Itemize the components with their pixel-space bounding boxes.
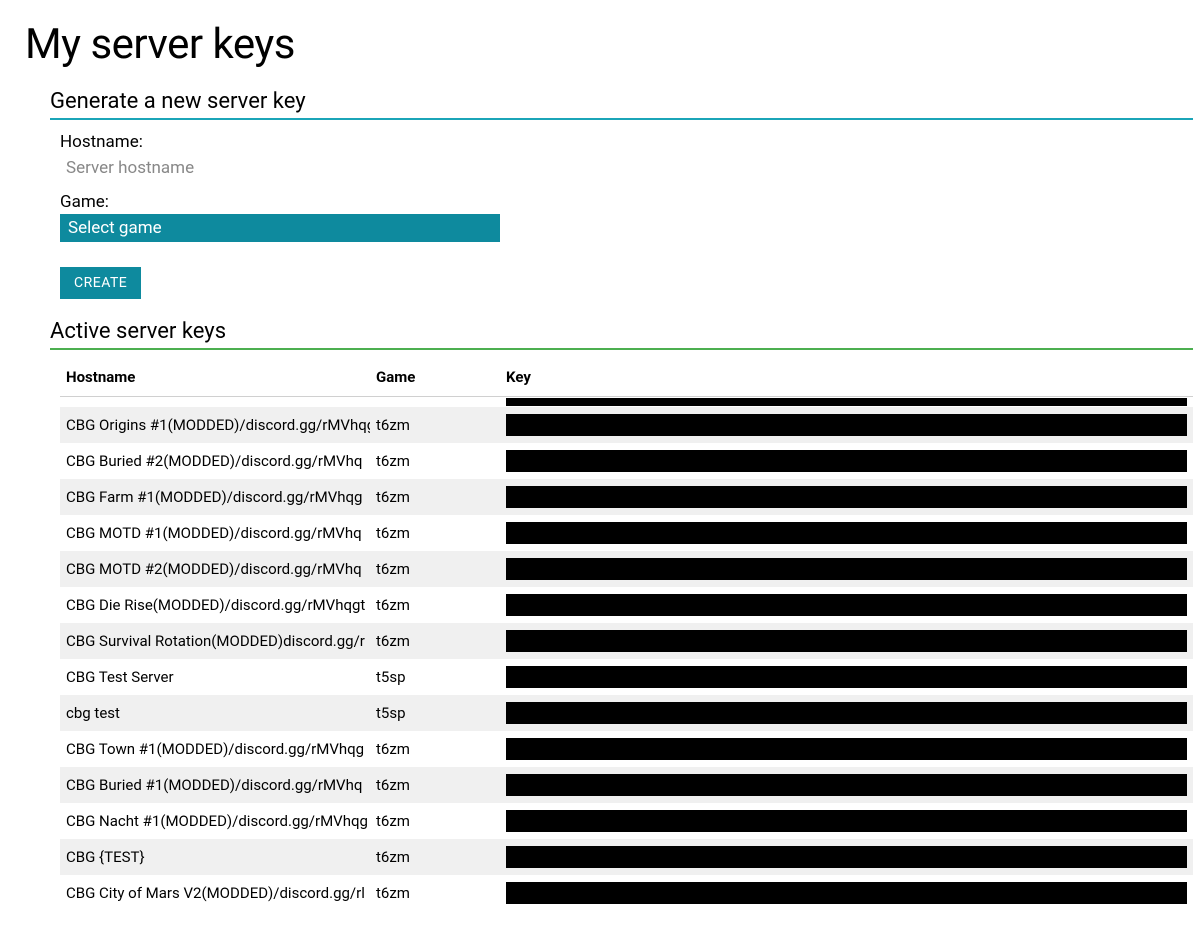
redacted-key	[506, 486, 1187, 508]
table-row: CBG Survival Rotation(MODDED)discord.gg/…	[60, 623, 1193, 659]
game-select[interactable]: Select game	[60, 214, 500, 242]
cell-hostname: CBG {TEST}	[60, 839, 370, 875]
create-button[interactable]: CREATE	[60, 267, 141, 299]
hostname-label: Hostname:	[60, 132, 1193, 152]
cell-game: t5sp	[370, 695, 500, 731]
cell-hostname: CBG Buried #2(MODDED)/discord.gg/rMVhq	[60, 443, 370, 479]
page-title: My server keys	[25, 20, 1203, 69]
redacted-key	[506, 398, 1187, 406]
cell-hostname: CBG Nacht #1(MODDED)/discord.gg/rMVhqg	[60, 803, 370, 839]
redacted-key	[506, 810, 1187, 832]
active-section-header: Active server keys	[50, 319, 1193, 350]
redacted-key	[506, 522, 1187, 544]
cell-game: t6zm	[370, 515, 500, 551]
cell-hostname: CBG Farm #1(MODDED)/discord.gg/rMVhqg	[60, 479, 370, 515]
redacted-key	[506, 414, 1187, 436]
table-row: CBG MOTD #1(MODDED)/discord.gg/rMVhqt6zm	[60, 515, 1193, 551]
cell-key	[500, 407, 1193, 443]
table-row	[60, 397, 1193, 407]
cell-hostname: CBG Origins #1(MODDED)/discord.gg/rMVhqg…	[60, 407, 370, 443]
cell-hostname: CBG Buried #1(MODDED)/discord.gg/rMVhq	[60, 767, 370, 803]
table-row: CBG MOTD #2(MODDED)/discord.gg/rMVhqt6zm	[60, 551, 1193, 587]
cell-hostname: CBG MOTD #1(MODDED)/discord.gg/rMVhq	[60, 515, 370, 551]
table-row: CBG {TEST}t6zm	[60, 839, 1193, 875]
column-header-key: Key	[500, 362, 1193, 397]
cell-key	[500, 587, 1193, 623]
redacted-key	[506, 846, 1187, 868]
cell-key	[500, 551, 1193, 587]
game-label: Game:	[60, 192, 1193, 212]
table-row: CBG Buried #1(MODDED)/discord.gg/rMVhqt6…	[60, 767, 1193, 803]
cell-key	[500, 443, 1193, 479]
table-row: CBG Buried #2(MODDED)/discord.gg/rMVhqt6…	[60, 443, 1193, 479]
redacted-key	[506, 774, 1187, 796]
cell-key	[500, 839, 1193, 875]
server-keys-table: Hostname Game Key CBG Origins #1(MODDED)…	[60, 362, 1193, 911]
table-row: CBG City of Mars V2(MODDED)/discord.gg/r…	[60, 875, 1193, 911]
cell-game: t6zm	[370, 443, 500, 479]
cell-key	[500, 767, 1193, 803]
cell-key	[500, 695, 1193, 731]
cell-game: t6zm	[370, 731, 500, 767]
cell-game: t6zm	[370, 407, 500, 443]
redacted-key	[506, 702, 1187, 724]
cell-key	[500, 875, 1193, 911]
cell-hostname: CBG Die Rise(MODDED)/discord.gg/rMVhqgt	[60, 587, 370, 623]
cell-hostname: CBG Test Server	[60, 659, 370, 695]
redacted-key	[506, 666, 1187, 688]
cell-game: t6zm	[370, 587, 500, 623]
hostname-input[interactable]	[60, 154, 360, 182]
cell-game: t6zm	[370, 875, 500, 911]
table-row: CBG Origins #1(MODDED)/discord.gg/rMVhqg…	[60, 407, 1193, 443]
cell-key	[500, 659, 1193, 695]
cell-game: t6zm	[370, 803, 500, 839]
cell-game: t6zm	[370, 623, 500, 659]
redacted-key	[506, 450, 1187, 472]
generate-section-header: Generate a new server key	[50, 89, 1193, 120]
cell-key	[500, 803, 1193, 839]
cell-hostname: CBG Survival Rotation(MODDED)discord.gg/…	[60, 623, 370, 659]
cell-game: t6zm	[370, 551, 500, 587]
column-header-game: Game	[370, 362, 500, 397]
redacted-key	[506, 630, 1187, 652]
cell-hostname: CBG City of Mars V2(MODDED)/discord.gg/r…	[60, 875, 370, 911]
redacted-key	[506, 738, 1187, 760]
table-row: CBG Town #1(MODDED)/discord.gg/rMVhqgt6z…	[60, 731, 1193, 767]
table-row: cbg testt5sp	[60, 695, 1193, 731]
column-header-hostname: Hostname	[60, 362, 370, 397]
redacted-key	[506, 594, 1187, 616]
cell-key	[500, 515, 1193, 551]
cell-hostname: cbg test	[60, 695, 370, 731]
cell-key	[500, 623, 1193, 659]
table-row: CBG Nacht #1(MODDED)/discord.gg/rMVhqgt6…	[60, 803, 1193, 839]
cell-hostname: CBG MOTD #2(MODDED)/discord.gg/rMVhq	[60, 551, 370, 587]
table-row: CBG Test Servert5sp	[60, 659, 1193, 695]
table-row: CBG Die Rise(MODDED)/discord.gg/rMVhqgtt…	[60, 587, 1193, 623]
cell-key	[500, 479, 1193, 515]
cell-game: t5sp	[370, 659, 500, 695]
cell-key	[500, 731, 1193, 767]
table-row: CBG Farm #1(MODDED)/discord.gg/rMVhqgt6z…	[60, 479, 1193, 515]
redacted-key	[506, 558, 1187, 580]
cell-game: t6zm	[370, 767, 500, 803]
redacted-key	[506, 882, 1187, 904]
cell-game: t6zm	[370, 839, 500, 875]
cell-hostname: CBG Town #1(MODDED)/discord.gg/rMVhqg	[60, 731, 370, 767]
cell-game: t6zm	[370, 479, 500, 515]
